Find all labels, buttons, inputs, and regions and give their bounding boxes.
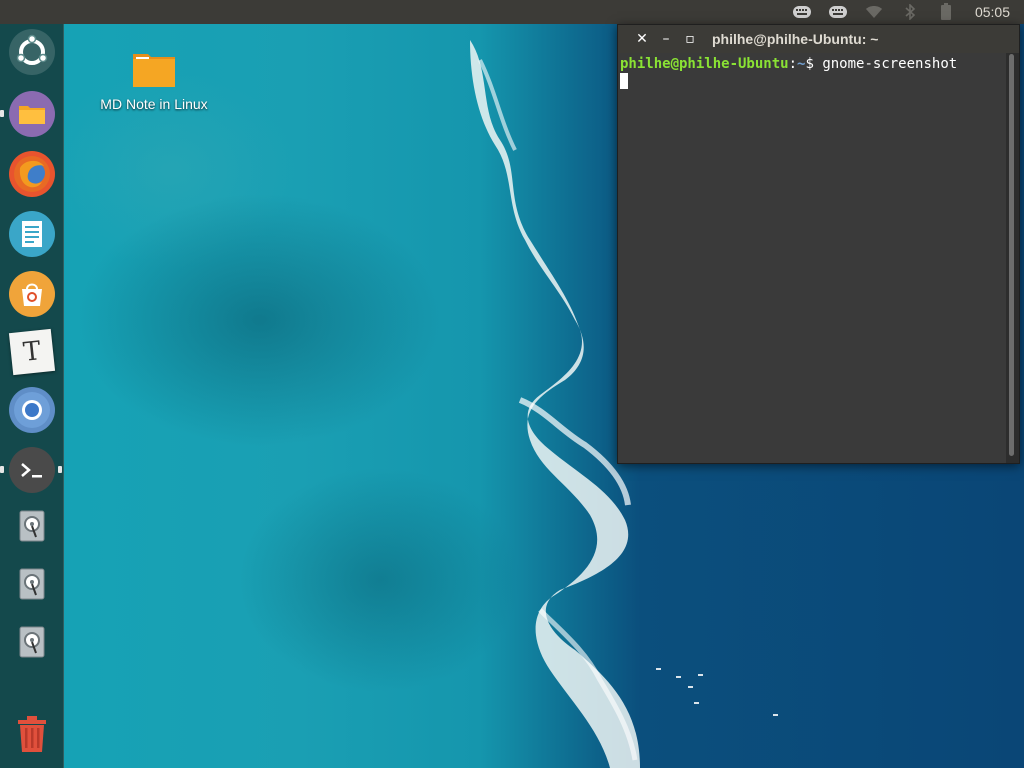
running-indicator [0, 466, 4, 473]
keyboard-icon[interactable] [791, 3, 813, 21]
clock[interactable]: 05:05 [975, 4, 1010, 20]
disk-launcher-3[interactable] [6, 618, 58, 670]
text-editor-launcher[interactable] [6, 208, 58, 260]
terminal-window[interactable]: ✕ – ▫ philhe@philhe-Ubuntu: ~ philhe@phi… [617, 24, 1020, 464]
top-panel: 05:05 [0, 0, 1024, 24]
disk-launcher-1[interactable] [6, 502, 58, 554]
running-indicator [0, 110, 4, 117]
minimize-icon: – [662, 31, 670, 47]
chromium-launcher[interactable] [6, 384, 58, 436]
battery-icon[interactable] [935, 3, 957, 21]
launcher: T [0, 24, 64, 768]
trash-icon [16, 715, 48, 757]
terminal-icon [9, 447, 55, 493]
terminal-output[interactable]: philhe@philhe-Ubuntu:~$ gnome-screenshot [618, 53, 1006, 463]
terminal-launcher[interactable] [6, 444, 58, 496]
software-center-launcher[interactable] [6, 268, 58, 320]
files-icon [9, 91, 55, 137]
prompt-symbol: $ [805, 56, 823, 72]
text-editor-icon [9, 211, 55, 257]
focused-indicator [58, 466, 62, 473]
terminal-titlebar[interactable]: ✕ – ▫ philhe@philhe-Ubuntu: ~ [618, 25, 1019, 53]
folder-icon [133, 54, 175, 87]
text-cursor [620, 73, 628, 89]
trash-launcher[interactable] [6, 710, 58, 762]
ubuntu-dash-icon [9, 29, 55, 75]
maximize-icon: ▫ [685, 31, 695, 47]
bluetooth-icon[interactable] [899, 3, 921, 21]
prompt-user: philhe@philhe-Ubuntu [620, 56, 789, 72]
keyboard-icon[interactable] [827, 3, 849, 21]
typora-launcher[interactable]: T [6, 326, 58, 378]
prompt-separator: : [788, 56, 798, 72]
close-button[interactable]: ✕ [630, 29, 654, 49]
disk-launcher-2[interactable] [6, 560, 58, 612]
window-title: philhe@philhe-Ubuntu: ~ [712, 31, 879, 47]
maximize-button[interactable]: ▫ [678, 29, 702, 49]
typora-icon: T [8, 328, 56, 376]
software-center-icon [9, 271, 55, 317]
disk-icon [18, 567, 46, 605]
chromium-icon [9, 387, 55, 433]
ubuntu-dash-button[interactable] [6, 26, 58, 78]
desktop-folder-label: MD Note in Linux [100, 96, 208, 112]
files-launcher[interactable] [6, 88, 58, 140]
firefox-launcher[interactable] [6, 148, 58, 200]
wifi-icon[interactable] [863, 3, 885, 21]
close-icon: ✕ [636, 31, 648, 47]
minimize-button[interactable]: – [654, 29, 678, 49]
command-text: gnome-screenshot [822, 56, 958, 72]
desktop-folder[interactable]: MD Note in Linux [92, 52, 216, 112]
terminal-scrollbar[interactable] [1009, 54, 1014, 456]
typora-glyph: T [21, 336, 43, 368]
disk-icon [18, 625, 46, 663]
firefox-icon [9, 151, 55, 197]
disk-icon [18, 509, 46, 547]
